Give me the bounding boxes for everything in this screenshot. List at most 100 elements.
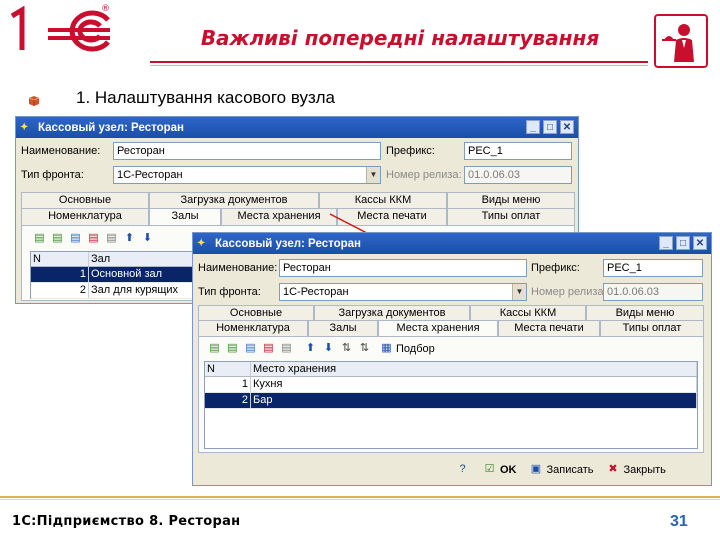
tab-main[interactable]: Основные (21, 192, 149, 209)
release-field: 01.0.06.03 (464, 166, 572, 184)
copy-row-icon[interactable]: ▤ (225, 341, 240, 356)
storage-grid: N Место хранения 1 Кухня 2 Бар (204, 361, 698, 449)
column-header-hall[interactable]: Зал (89, 252, 204, 266)
help-icon[interactable]: ? (455, 462, 470, 477)
close-icon[interactable]: ✕ (560, 120, 574, 134)
clear-icon[interactable]: ▤ (279, 341, 294, 356)
name-label: Наименование: (21, 145, 101, 157)
tab-halls[interactable]: Залы (308, 320, 378, 337)
tab-storage[interactable]: Места хранения (221, 208, 337, 225)
select-list-icon: ▦ (381, 342, 392, 354)
tab-print-places[interactable]: Места печати (337, 208, 447, 225)
ok-button-label: OK (500, 463, 517, 476)
front-type-label: Тип фронта: (21, 169, 84, 181)
window-title: Кассовый узел: Ресторан (38, 121, 184, 134)
delete-row-icon[interactable]: ▤ (86, 231, 101, 246)
tab-menu-types[interactable]: Виды меню (447, 192, 575, 209)
bullet-icon (28, 92, 40, 106)
window-titlebar[interactable]: ✦ Кассовый узел: Ресторан _ □ ✕ (193, 233, 711, 254)
slide-subtitle: 1. Налаштування касового вузла (76, 88, 335, 107)
prefix-label: Префикс: (386, 145, 435, 157)
front-type-select[interactable]: 1С-Ресторан (113, 166, 381, 184)
column-header-n[interactable]: N (205, 362, 251, 376)
move-down-icon[interactable]: ⬇ (321, 341, 336, 356)
clear-icon[interactable]: ▤ (104, 231, 119, 246)
close-icon[interactable]: ✕ (693, 236, 707, 250)
edit-row-icon[interactable]: ▤ (68, 231, 83, 246)
cash-node-window-storage: ✦ Кассовый узел: Ресторан _ □ ✕ Наименов… (192, 232, 712, 486)
chevron-down-icon[interactable]: ▼ (512, 284, 526, 300)
waiter-icon (654, 14, 708, 68)
add-row-icon[interactable]: ▤ (32, 231, 47, 246)
column-header-n[interactable]: N (31, 252, 89, 266)
prefix-field[interactable]: РЕС_1 (603, 259, 703, 277)
tab-doc-loading[interactable]: Загрузка документов (149, 192, 319, 209)
save-button[interactable]: ▣ Записать (529, 462, 594, 477)
front-type-label: Тип фронта: (198, 286, 261, 298)
front-type-select[interactable]: 1С-Ресторан (279, 283, 527, 301)
save-button-label: Записать (546, 463, 594, 476)
row-number: 2 (31, 283, 89, 298)
footer-line (0, 496, 720, 498)
tab-payment-types[interactable]: Типы оплат (600, 320, 704, 337)
row-hall-name: Зал для курящих (89, 283, 204, 298)
sort-desc-icon[interactable]: ⇅ (357, 341, 372, 356)
name-label: Наименование: (198, 262, 278, 274)
grid-header: N Зал (31, 252, 204, 267)
row-hall-name: Основной зал (89, 267, 204, 282)
close-button[interactable]: ✖ Закрыть (606, 462, 666, 477)
window-titlebar[interactable]: ✦ Кассовый узел: Ресторан _ □ ✕ (16, 117, 578, 138)
save-icon: ▣ (530, 463, 542, 475)
edit-row-icon[interactable]: ▤ (243, 341, 258, 356)
prefix-field[interactable]: РЕС_1 (464, 142, 572, 160)
footer-text: 1С:Підприємство 8. Ресторан (12, 514, 241, 529)
add-row-icon[interactable]: ▤ (207, 341, 222, 356)
sort-asc-icon[interactable]: ⇅ (339, 341, 354, 356)
minimize-icon[interactable]: _ (526, 120, 540, 134)
table-row[interactable]: 2 Бар (205, 393, 697, 409)
window-footer-buttons: ? ☑ OK ▣ Записать ✖ Закрыть (455, 462, 666, 477)
tab-nomenclature[interactable]: Номенклатура (198, 320, 308, 337)
name-field[interactable]: Ресторан (113, 142, 381, 160)
tab-print-places[interactable]: Места печати (498, 320, 600, 337)
maximize-icon[interactable]: □ (543, 120, 557, 134)
tab-nomenclature[interactable]: Номенклатура (21, 208, 149, 225)
row-storage-name: Кухня (251, 377, 697, 392)
release-label: Номер релиза: (531, 286, 607, 298)
registered-mark-icon: ® (101, 4, 110, 14)
table-row[interactable]: 1 Основной зал (31, 267, 204, 283)
move-up-icon[interactable]: ⬆ (122, 231, 137, 246)
row-number: 1 (205, 377, 251, 392)
chevron-down-icon[interactable]: ▼ (366, 167, 380, 183)
title-underline (150, 61, 648, 63)
row-storage-name: Бар (251, 393, 697, 408)
tab-payment-types[interactable]: Типы оплат (447, 208, 575, 225)
prefix-label: Префикс: (531, 262, 580, 274)
table-row[interactable]: 2 Зал для курящих (31, 283, 204, 299)
close-button-label: Закрыть (623, 463, 666, 476)
tab-storage[interactable]: Места хранения (378, 320, 498, 337)
move-down-icon[interactable]: ⬇ (140, 231, 155, 246)
tab-halls[interactable]: Залы (149, 208, 221, 225)
table-row[interactable]: 1 Кухня (205, 377, 697, 393)
name-field[interactable]: Ресторан (279, 259, 527, 277)
checkmark-icon: ☑ (484, 463, 495, 475)
minimize-icon[interactable]: _ (659, 236, 673, 250)
tab-cash-registers[interactable]: Кассы ККМ (319, 192, 447, 209)
grid-header: N Место хранения (205, 362, 697, 377)
close-icon: ✖ (608, 463, 618, 475)
ok-button[interactable]: ☑ OK (482, 462, 517, 477)
select-button-label: Подбор (396, 342, 435, 355)
1c-logo: ® (8, 4, 120, 54)
release-field: 01.0.06.03 (603, 283, 703, 301)
delete-row-icon[interactable]: ▤ (261, 341, 276, 356)
footer-line-thin (0, 499, 720, 500)
move-up-icon[interactable]: ⬆ (303, 341, 318, 356)
column-header-storage[interactable]: Место хранения (251, 362, 697, 376)
maximize-icon[interactable]: □ (676, 236, 690, 250)
select-button[interactable]: ▦ Подбор (379, 341, 435, 356)
row-number: 2 (205, 393, 251, 408)
1c-window-icon: ✦ (197, 237, 206, 249)
copy-row-icon[interactable]: ▤ (50, 231, 65, 246)
release-label: Номер релиза: (386, 169, 462, 181)
